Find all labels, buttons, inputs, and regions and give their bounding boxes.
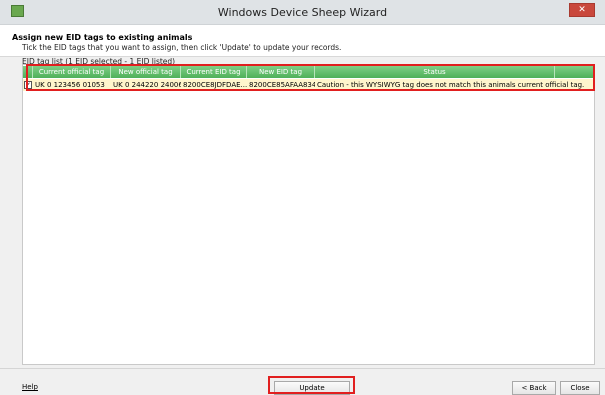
eid-tag-list[interactable]: Current official tag New official tag Cu… — [22, 64, 595, 365]
annotation-highlight-list — [26, 64, 595, 91]
window-title: Windows Device Sheep Wizard — [217, 6, 388, 19]
step-instructions: Tick the EID tags that you want to assig… — [22, 43, 342, 52]
wizard-header: Assign new EID tags to existing animals … — [0, 25, 605, 57]
close-button[interactable]: Close — [560, 381, 600, 395]
close-window-button[interactable]: ✕ — [569, 3, 595, 17]
annotation-highlight-update — [268, 376, 355, 394]
back-button[interactable]: < Back — [512, 381, 556, 395]
help-button[interactable]: Help — [22, 381, 66, 395]
title-bar: Windows Device Sheep Wizard ✕ — [0, 0, 605, 25]
step-title: Assign new EID tags to existing animals — [12, 33, 193, 42]
